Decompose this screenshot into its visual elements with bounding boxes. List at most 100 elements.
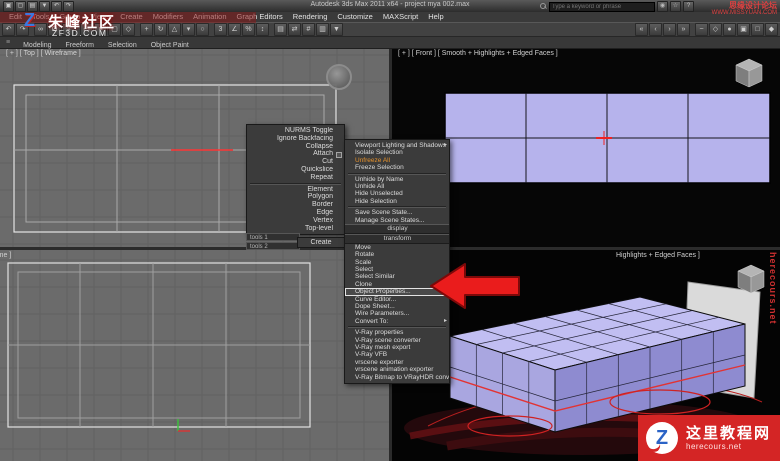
toolbar-icon-schematic-view[interactable]: ◇ [709, 23, 722, 36]
quad-label-tools1[interactable]: tools 1 [246, 233, 300, 241]
toolbar-icon-spinner-snap[interactable]: ↕ [256, 23, 269, 36]
communication-center-icon[interactable]: ◉ [657, 1, 668, 12]
menubar-item[interactable]: Graph Editors [232, 12, 288, 22]
search-input[interactable] [549, 1, 655, 12]
menubar-item[interactable]: Animation [188, 12, 231, 22]
viewport-perspective-label[interactable]: Highlights + Edged Faces ] [616, 252, 700, 259]
quad-menu-item[interactable]: Edge [247, 209, 344, 217]
quad-menu-item[interactable]: Cut [247, 158, 344, 166]
context-menu-item: display [345, 223, 449, 234]
context-menu-item[interactable]: Unfreeze All [345, 157, 449, 164]
search-icon [540, 3, 547, 10]
quad-menu-item-create[interactable]: Create [297, 237, 345, 248]
toolbar-icon [270, 24, 273, 35]
context-menu-item[interactable]: Rotate [345, 251, 449, 258]
quad-menu-item[interactable]: Attach [247, 150, 344, 159]
quick-access-toolbar: ▣ ▢ ▤ ▼ ↶ ↷ [3, 0, 74, 12]
open-file-icon[interactable]: ▤ [27, 0, 38, 12]
toolbar-icon-percent-snap[interactable]: % [242, 23, 255, 36]
context-menu-item[interactable]: V-Ray scene converter [345, 337, 449, 344]
toolbar-icon-rendered-frame-window[interactable]: □ [751, 23, 764, 36]
context-menu-item[interactable]: Unhide by Name [345, 176, 449, 183]
quad-menu-item[interactable]: Polygon [247, 193, 344, 201]
context-menu-item [348, 172, 446, 175]
context-menu-item[interactable]: Hide Selection [345, 198, 449, 205]
toolbar-icon-named-selection-sets[interactable]: ▤ [274, 23, 287, 36]
context-menu-item [348, 206, 446, 209]
context-menu-item[interactable]: Hide Unselected [345, 190, 449, 197]
new-scene-icon[interactable]: ▢ [15, 0, 26, 12]
toolbar-icon-align[interactable]: # [302, 23, 315, 36]
viewport-left-label[interactable]: [ + ] [ Left ] [ Wireframe ] [0, 252, 11, 259]
graphite-ribbon: ≡ Modeling Freeform Selection Object Paint [0, 37, 780, 49]
quad-menu-item[interactable]: Quickslice [247, 166, 344, 174]
toolbar-icon-mirror[interactable]: ⇄ [288, 23, 301, 36]
quad-menu-item[interactable]: Ignore Backfacing [247, 135, 344, 143]
viewport-front-label[interactable]: [ + ] [ Front ] [ Smooth + Highlights + … [398, 50, 558, 57]
application-menu-icon[interactable]: ▣ [3, 0, 14, 12]
quad-menu-item[interactable]: Border [247, 201, 344, 209]
context-menu-item[interactable]: Freeze Selection [345, 164, 449, 171]
context-menu-item[interactable]: Isolate Selection [345, 149, 449, 156]
ribbon-tab[interactable]: Freeform [59, 42, 101, 49]
context-menu-item[interactable]: vrscene animation exporter [345, 366, 449, 373]
toolbar-icon-undo[interactable]: ↶ [2, 23, 15, 36]
zf3d-logo: Z [24, 10, 35, 30]
context-menu-item[interactable]: Save Scene State... [345, 209, 449, 216]
quad-menu-item[interactable]: Collapse [247, 143, 344, 151]
menu-bar: Edit Tools Group Views Create Modifiers Animat… [0, 12, 780, 22]
context-menu-item: transform [345, 233, 449, 244]
undo-icon[interactable]: ↶ [51, 0, 62, 12]
toolbar-icon-graphite-ribbon-toggle[interactable]: ▼ [330, 23, 343, 36]
toolbar-icon-nav-forward[interactable]: › [663, 23, 676, 36]
ribbon-tab[interactable]: Object Paint [144, 42, 196, 49]
context-menu-item[interactable]: Viewport Lighting and Shadows [345, 142, 449, 149]
context-menu-item[interactable]: Move [345, 244, 449, 251]
title-bar: ▣ ▢ ▤ ▼ ↶ ↷ Autodesk 3ds Max 2011 x64 - … [0, 0, 780, 12]
toolbar-icon-angle-snap[interactable]: ∠ [228, 23, 241, 36]
3dsmax-window: ▣ ▢ ▤ ▼ ↶ ↷ Autodesk 3ds Max 2011 x64 - … [0, 0, 780, 461]
redo-icon[interactable]: ↷ [63, 0, 74, 12]
menubar-item[interactable]: Customize [332, 12, 377, 22]
toolbar-icon-layer-manager[interactable]: ▥ [316, 23, 329, 36]
context-menu-item[interactable]: vrscene exporter [345, 359, 449, 366]
context-menu-item[interactable]: V-Ray Bitmap to VRayHDR converter [345, 374, 449, 381]
context-menu-item[interactable]: V-Ray mesh export [345, 344, 449, 351]
ribbon-tab[interactable]: Modeling [16, 42, 58, 49]
viewport-left[interactable]: [ + ] [ Left ] [ Wireframe ] [0, 250, 389, 461]
quad-menu-item[interactable]: Repeat [247, 174, 344, 182]
toolbar-icon-snaps-toggle[interactable]: 3 [214, 23, 227, 36]
menubar-item[interactable]: MAXScript [378, 12, 423, 22]
menubar-item[interactable]: Help [423, 12, 448, 22]
left-viewport-wireframe [0, 250, 389, 461]
toolbar-icon-nav-back-double[interactable]: « [635, 23, 648, 36]
toolbar-icon-use-pivot-point[interactable]: ○ [196, 23, 209, 36]
quad-label-tools2[interactable]: tools 2 [246, 242, 300, 250]
quad-menu-item[interactable]: NURMS Toggle [247, 127, 344, 135]
quad-menu-item[interactable]: Element [247, 186, 344, 194]
quad-menu-item[interactable]: Vertex [247, 217, 344, 225]
toolbar-icon-render-setup[interactable]: ▣ [737, 23, 750, 36]
ribbon-handle-icon[interactable]: ≡ [6, 39, 10, 46]
menubar-item[interactable]: Modifiers [148, 12, 188, 22]
toolbar-icon-material-editor[interactable]: ● [723, 23, 736, 36]
zf3d-watermark-site: ZF3D.COM [52, 28, 108, 38]
viewport-top-label[interactable]: [ + ] [ Top ] [ Wireframe ] [6, 50, 81, 57]
quad-menu-item[interactable]: Top-level [247, 225, 344, 233]
menubar-item[interactable]: Rendering [288, 12, 333, 22]
toolbar-icon-render-production[interactable]: ◆ [765, 23, 778, 36]
context-menu-item[interactable]: V-Ray properties [345, 329, 449, 336]
viewport-front[interactable]: [ + ] [ Front ] [ Smooth + Highlights + … [392, 48, 780, 247]
context-menu-item[interactable]: Manage Scene States... [345, 217, 449, 224]
toolbar-icon-nav-back[interactable]: ‹ [649, 23, 662, 36]
favorites-icon[interactable]: ☆ [670, 1, 681, 12]
context-menu-item[interactable]: Unhide All [345, 183, 449, 190]
toolbar-icon-curve-editor[interactable]: ~ [695, 23, 708, 36]
help-icon[interactable]: ? [683, 1, 694, 12]
context-menu-item[interactable]: V-Ray VFB [345, 351, 449, 358]
menubar-item[interactable]: Create [115, 12, 148, 22]
toolbar-icon-nav-forward-double[interactable]: » [677, 23, 690, 36]
context-menu-item[interactable]: Convert To: [345, 318, 449, 325]
ribbon-tab[interactable]: Selection [101, 42, 144, 49]
save-file-icon[interactable]: ▼ [39, 0, 50, 12]
